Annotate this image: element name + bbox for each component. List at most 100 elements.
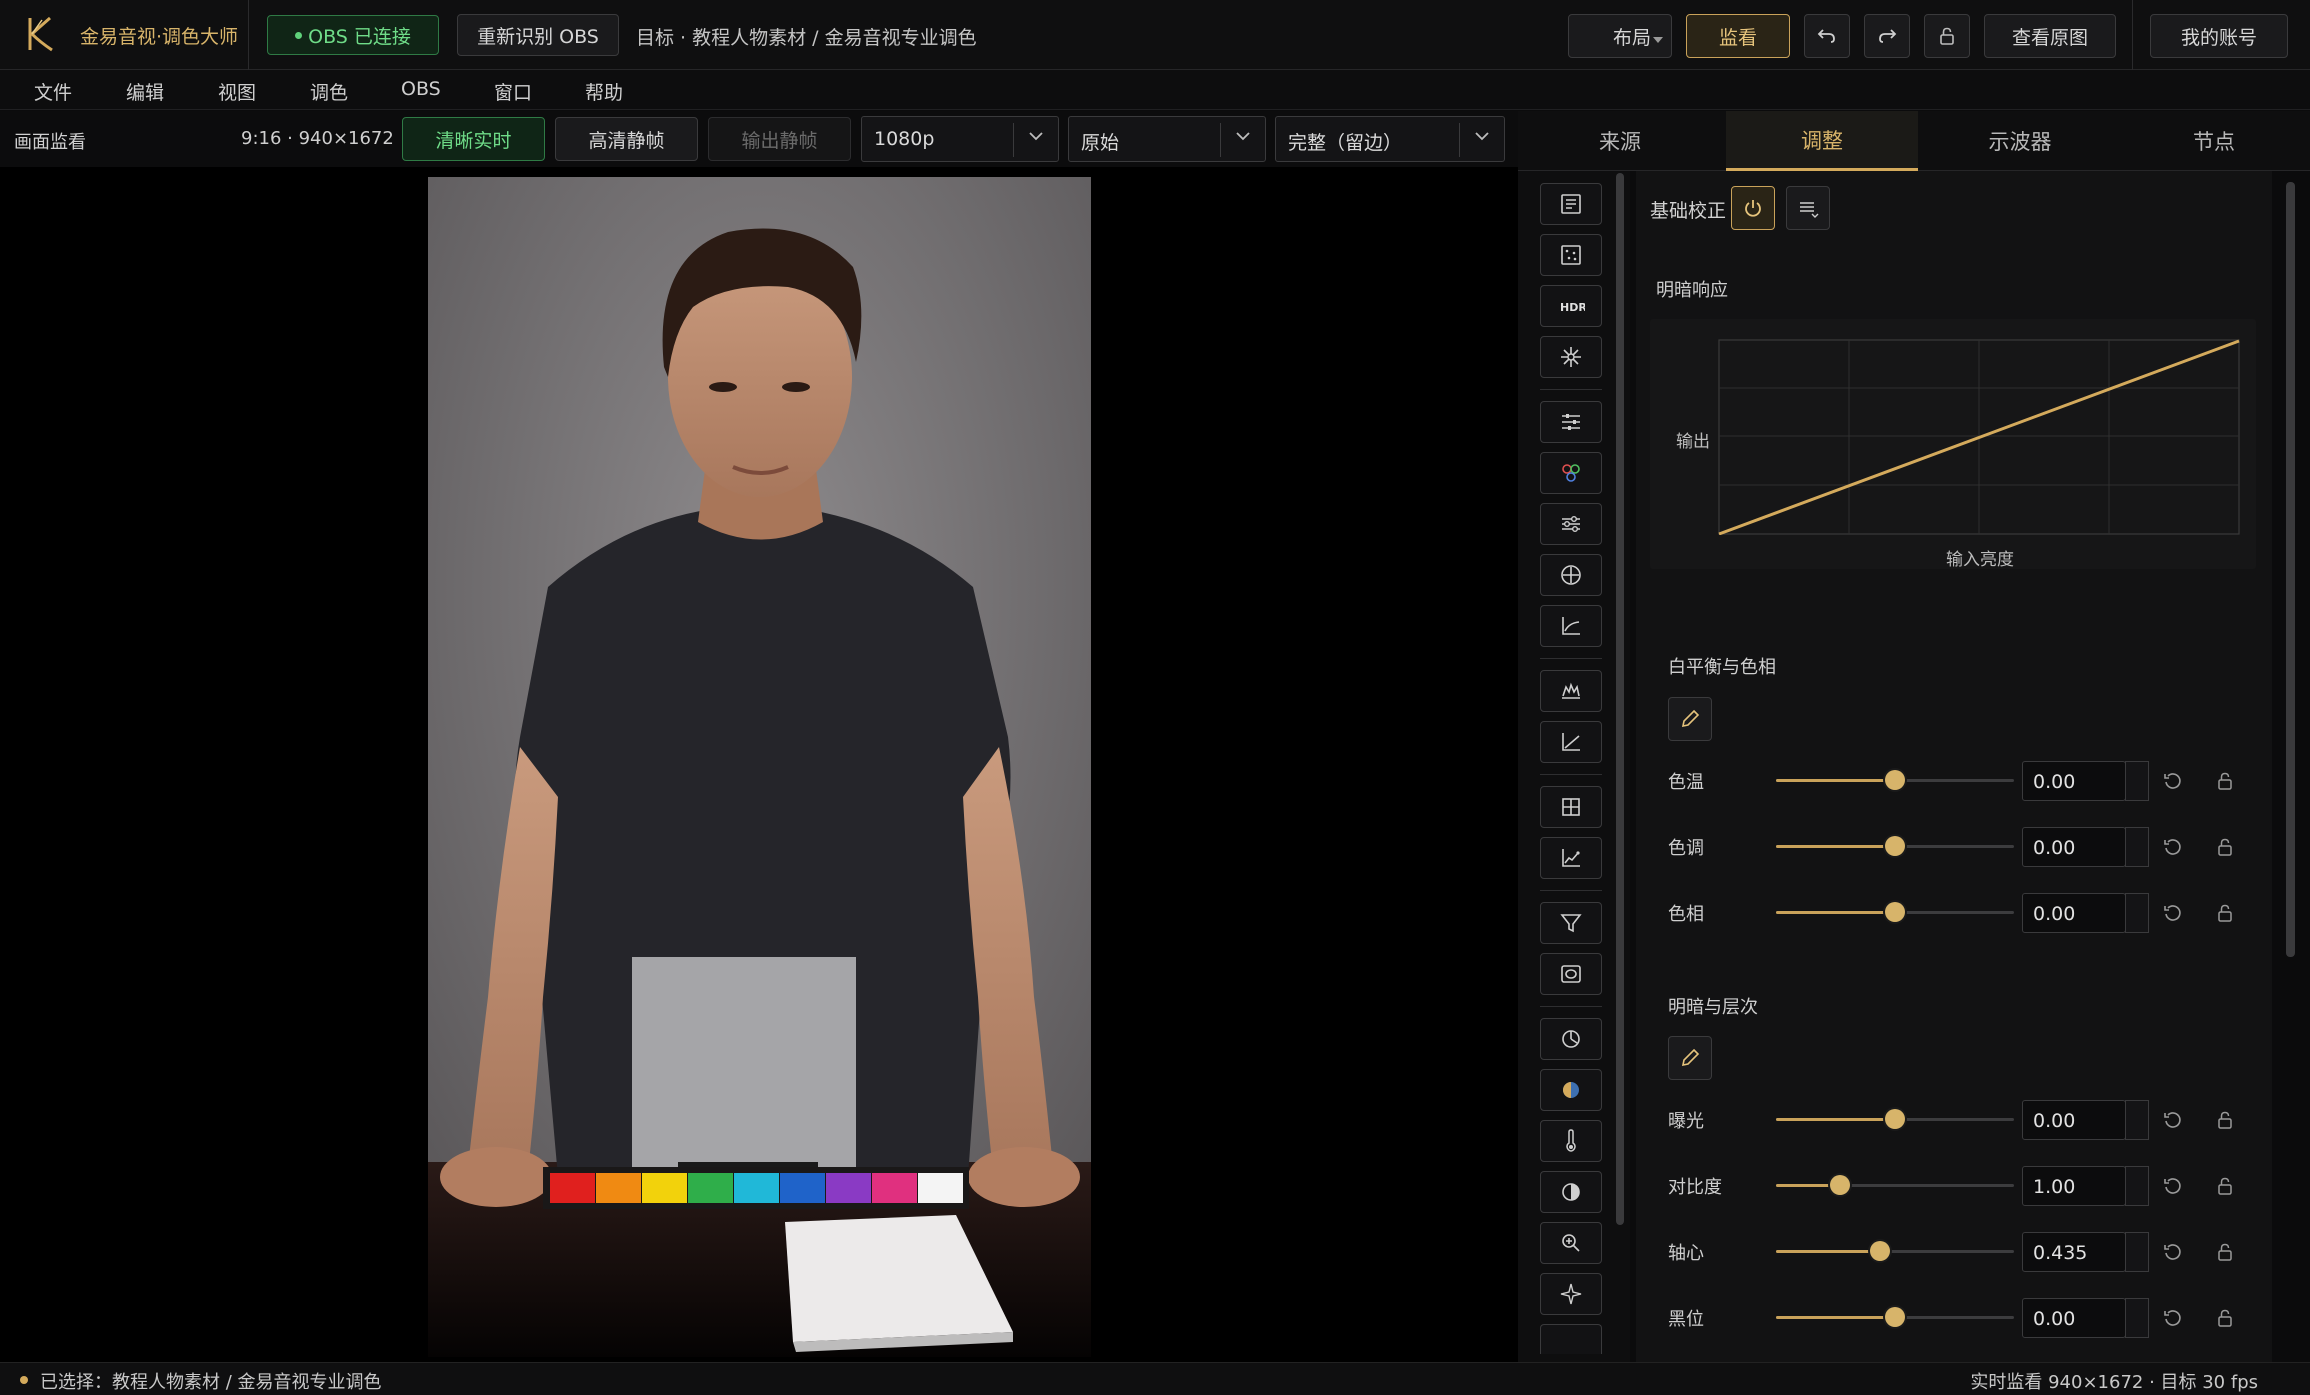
obs-status-button[interactable]: OBS 已连接 — [267, 15, 439, 55]
value-stepper[interactable] — [2125, 827, 2149, 867]
color-wheels-icon — [1562, 464, 1580, 482]
source-select[interactable]: 原始 — [1068, 116, 1266, 162]
reset-icon[interactable] — [2161, 901, 2185, 925]
undo-button[interactable] — [1804, 14, 1850, 58]
slider-knob[interactable] — [1869, 1241, 1890, 1261]
reset-icon[interactable] — [2161, 1240, 2185, 1264]
panel-scrollbar[interactable] — [2286, 182, 2295, 957]
menu-obs[interactable]: OBS — [401, 78, 441, 100]
mode-output-still-button[interactable]: 输出静帧 — [708, 117, 851, 161]
value-stepper[interactable] — [2125, 761, 2149, 801]
account-button[interactable]: 我的账号 — [2150, 14, 2288, 58]
tool-tone-button[interactable] — [1540, 1069, 1602, 1111]
tool-magic-button[interactable] — [1540, 1273, 1602, 1315]
value-stepper[interactable] — [2125, 1100, 2149, 1140]
resolution-info: 9:16 · 940×1672 — [241, 128, 394, 149]
value-input[interactable]: 1.00 — [2022, 1166, 2126, 1206]
layout-dropdown[interactable]: 布局 — [1568, 14, 1672, 58]
mode-live-button[interactable]: 清晰实时 — [402, 117, 545, 161]
redo-button[interactable] — [1864, 14, 1910, 58]
value-input[interactable]: 0.00 — [2022, 1298, 2126, 1338]
tool-layout-button[interactable] — [1540, 786, 1602, 828]
value-stepper[interactable] — [2125, 1298, 2149, 1338]
redo-icon — [1879, 29, 1897, 43]
tool-target-button[interactable] — [1540, 554, 1602, 596]
mode-hd-still-button[interactable]: 高清静帧 — [555, 117, 698, 161]
lock-icon[interactable] — [2213, 1240, 2237, 1264]
tool-strip-scrollbar[interactable] — [1616, 173, 1624, 1225]
menu-grade[interactable]: 调色 — [310, 78, 348, 105]
tool-noise-button[interactable] — [1540, 234, 1602, 276]
value-input[interactable]: 0.00 — [2022, 761, 2126, 801]
tool-contrast-button[interactable] — [1540, 1171, 1602, 1213]
lock-button[interactable] — [1924, 14, 1970, 58]
monitor-button[interactable]: 监看 — [1686, 14, 1790, 58]
value-input[interactable]: 0.00 — [2022, 1100, 2126, 1140]
reset-icon[interactable] — [2161, 1174, 2185, 1198]
tool-hue-button[interactable] — [1540, 1018, 1602, 1060]
tool-more-button[interactable] — [1540, 1324, 1602, 1354]
slider-knob[interactable] — [1885, 1307, 1905, 1327]
tool-adjust-button[interactable] — [1540, 503, 1602, 545]
value-stepper[interactable] — [2125, 893, 2149, 933]
lock-icon[interactable] — [2213, 1108, 2237, 1132]
tone-picker-button[interactable] — [1668, 1036, 1712, 1080]
resolution-select-value: 1080p — [874, 128, 935, 150]
slider-fill — [1776, 1250, 1880, 1253]
slider-knob[interactable] — [1885, 770, 1905, 790]
resolution-select[interactable]: 1080p — [861, 116, 1059, 162]
lock-icon[interactable] — [2213, 1306, 2237, 1330]
tool-trend-button[interactable] — [1540, 837, 1602, 879]
menu-file[interactable]: 文件 — [34, 78, 72, 105]
tool-graph-button[interactable] — [1540, 721, 1602, 763]
slider-knob[interactable] — [1885, 836, 1905, 856]
menu-edit[interactable]: 编辑 — [126, 78, 164, 105]
reset-icon[interactable] — [2161, 769, 2185, 793]
tool-vignette-button[interactable] — [1540, 953, 1602, 995]
menu-window[interactable]: 窗口 — [494, 78, 532, 105]
control-label: 色温 — [1668, 772, 1704, 793]
chevron-down-icon — [1475, 132, 1489, 141]
tool-curve-button[interactable] — [1540, 605, 1602, 647]
redetect-obs-button[interactable]: 重新识别 OBS — [457, 14, 619, 56]
tab-nodes[interactable]: 节点 — [2118, 111, 2310, 171]
tool-sliders-button[interactable] — [1540, 401, 1602, 443]
tool-info-button[interactable] — [1540, 183, 1602, 225]
lock-icon[interactable] — [2213, 835, 2237, 859]
slider-knob[interactable] — [1885, 902, 1905, 922]
menu-view[interactable]: 视图 — [218, 78, 256, 105]
reset-icon[interactable] — [2161, 835, 2185, 859]
sparkle-icon — [1561, 347, 1581, 367]
value-input[interactable]: 0.00 — [2022, 827, 2126, 867]
fit-select[interactable]: 完整（留边） — [1275, 116, 1505, 162]
tab-source[interactable]: 来源 — [1518, 111, 1722, 171]
preview-viewer[interactable] — [0, 167, 1518, 1362]
slider-knob[interactable] — [1885, 1109, 1905, 1129]
tool-filter-button[interactable] — [1540, 902, 1602, 944]
tool-waveform-button[interactable] — [1540, 670, 1602, 712]
tab-scopes[interactable]: 示波器 — [1922, 111, 2118, 171]
section-menu-button[interactable] — [1786, 186, 1830, 230]
tool-glow-button[interactable] — [1540, 336, 1602, 378]
lock-icon[interactable] — [2213, 769, 2237, 793]
value-stepper[interactable] — [2125, 1166, 2149, 1206]
tool-color-wheels-button[interactable] — [1540, 452, 1602, 494]
value-input[interactable]: 0.435 — [2022, 1232, 2126, 1272]
tool-hdr-button[interactable]: HDR — [1540, 285, 1602, 327]
view-original-button[interactable]: 查看原图 — [1984, 14, 2116, 58]
white-balance-picker-button[interactable] — [1668, 697, 1712, 741]
tone-curve-graph[interactable] — [1718, 339, 2242, 535]
tool-zoom-button[interactable] — [1540, 1222, 1602, 1264]
slider-knob[interactable] — [1830, 1175, 1851, 1195]
value-stepper[interactable] — [2125, 1232, 2149, 1272]
reset-icon[interactable] — [2161, 1108, 2185, 1132]
tool-temperature-button[interactable] — [1540, 1120, 1602, 1162]
curve-ylabel: 输出 — [1676, 432, 1710, 452]
lock-icon[interactable] — [2213, 1174, 2237, 1198]
lock-icon[interactable] — [2213, 901, 2237, 925]
reset-icon[interactable] — [2161, 1306, 2185, 1330]
tab-adjust[interactable]: 调整 — [1726, 111, 1918, 171]
menu-help[interactable]: 帮助 — [585, 78, 623, 105]
value-input[interactable]: 0.00 — [2022, 893, 2126, 933]
power-toggle-button[interactable] — [1731, 186, 1775, 230]
